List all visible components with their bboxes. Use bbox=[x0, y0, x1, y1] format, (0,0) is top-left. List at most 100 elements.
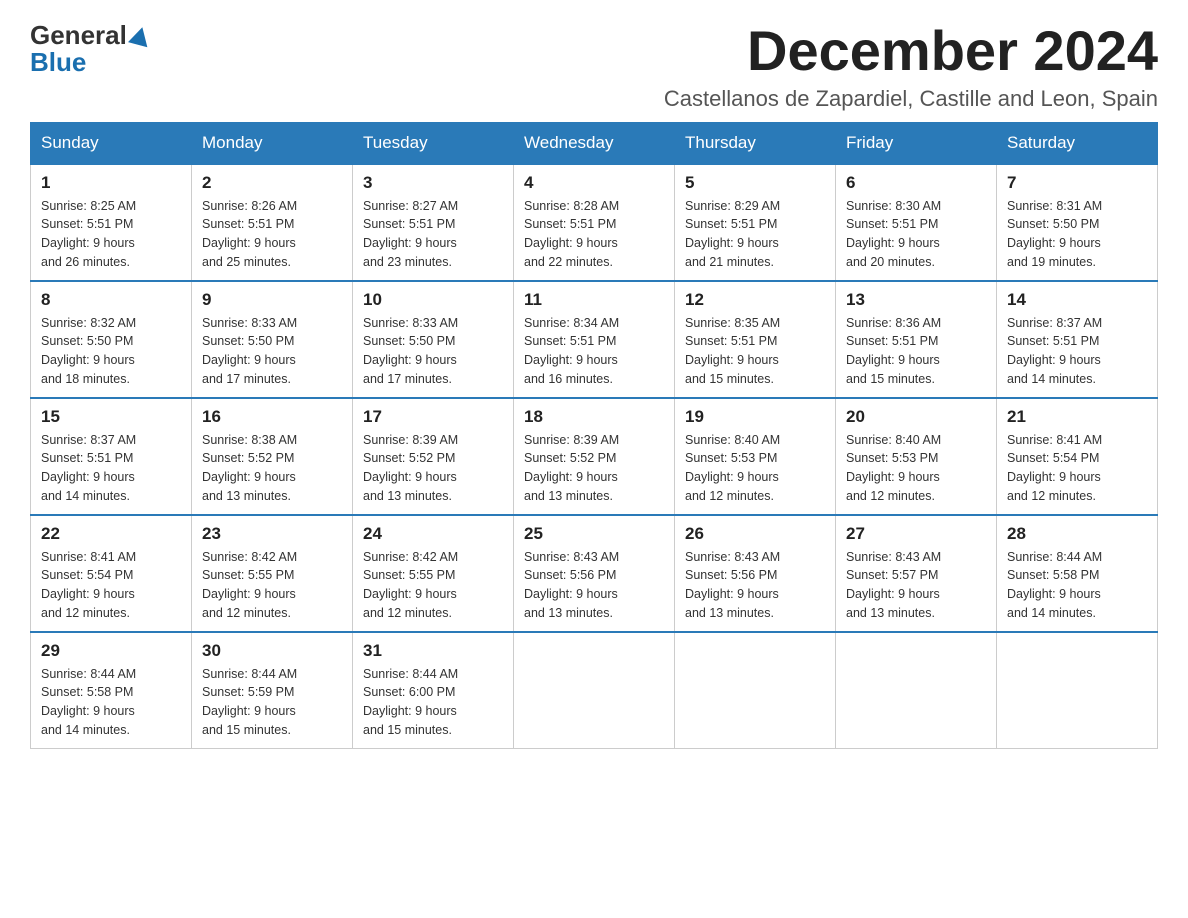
day-number: 1 bbox=[41, 173, 181, 193]
calendar-week-1: 1 Sunrise: 8:25 AMSunset: 5:51 PMDayligh… bbox=[31, 164, 1158, 281]
day-info: Sunrise: 8:40 AMSunset: 5:53 PMDaylight:… bbox=[685, 433, 780, 503]
calendar-cell: 17 Sunrise: 8:39 AMSunset: 5:52 PMDaylig… bbox=[353, 398, 514, 515]
day-info: Sunrise: 8:33 AMSunset: 5:50 PMDaylight:… bbox=[202, 316, 297, 386]
day-number: 23 bbox=[202, 524, 342, 544]
day-info: Sunrise: 8:33 AMSunset: 5:50 PMDaylight:… bbox=[363, 316, 458, 386]
day-number: 27 bbox=[846, 524, 986, 544]
calendar-week-4: 22 Sunrise: 8:41 AMSunset: 5:54 PMDaylig… bbox=[31, 515, 1158, 632]
calendar-cell: 3 Sunrise: 8:27 AMSunset: 5:51 PMDayligh… bbox=[353, 164, 514, 281]
calendar-cell: 5 Sunrise: 8:29 AMSunset: 5:51 PMDayligh… bbox=[675, 164, 836, 281]
day-info: Sunrise: 8:27 AMSunset: 5:51 PMDaylight:… bbox=[363, 199, 458, 269]
calendar-week-2: 8 Sunrise: 8:32 AMSunset: 5:50 PMDayligh… bbox=[31, 281, 1158, 398]
col-header-wednesday: Wednesday bbox=[514, 122, 675, 164]
day-info: Sunrise: 8:37 AMSunset: 5:51 PMDaylight:… bbox=[1007, 316, 1102, 386]
day-number: 30 bbox=[202, 641, 342, 661]
calendar-cell: 24 Sunrise: 8:42 AMSunset: 5:55 PMDaylig… bbox=[353, 515, 514, 632]
calendar-cell: 12 Sunrise: 8:35 AMSunset: 5:51 PMDaylig… bbox=[675, 281, 836, 398]
day-number: 5 bbox=[685, 173, 825, 193]
calendar-cell: 1 Sunrise: 8:25 AMSunset: 5:51 PMDayligh… bbox=[31, 164, 192, 281]
day-number: 11 bbox=[524, 290, 664, 310]
day-info: Sunrise: 8:42 AMSunset: 5:55 PMDaylight:… bbox=[202, 550, 297, 620]
calendar-cell: 8 Sunrise: 8:32 AMSunset: 5:50 PMDayligh… bbox=[31, 281, 192, 398]
calendar-cell: 29 Sunrise: 8:44 AMSunset: 5:58 PMDaylig… bbox=[31, 632, 192, 749]
day-number: 4 bbox=[524, 173, 664, 193]
day-info: Sunrise: 8:44 AMSunset: 5:58 PMDaylight:… bbox=[41, 667, 136, 737]
day-number: 20 bbox=[846, 407, 986, 427]
day-number: 29 bbox=[41, 641, 181, 661]
day-info: Sunrise: 8:43 AMSunset: 5:56 PMDaylight:… bbox=[685, 550, 780, 620]
calendar-cell: 18 Sunrise: 8:39 AMSunset: 5:52 PMDaylig… bbox=[514, 398, 675, 515]
day-info: Sunrise: 8:43 AMSunset: 5:57 PMDaylight:… bbox=[846, 550, 941, 620]
day-info: Sunrise: 8:43 AMSunset: 5:56 PMDaylight:… bbox=[524, 550, 619, 620]
calendar-cell: 25 Sunrise: 8:43 AMSunset: 5:56 PMDaylig… bbox=[514, 515, 675, 632]
day-number: 3 bbox=[363, 173, 503, 193]
day-info: Sunrise: 8:34 AMSunset: 5:51 PMDaylight:… bbox=[524, 316, 619, 386]
day-number: 7 bbox=[1007, 173, 1147, 193]
calendar-cell: 16 Sunrise: 8:38 AMSunset: 5:52 PMDaylig… bbox=[192, 398, 353, 515]
day-info: Sunrise: 8:42 AMSunset: 5:55 PMDaylight:… bbox=[363, 550, 458, 620]
calendar-cell: 9 Sunrise: 8:33 AMSunset: 5:50 PMDayligh… bbox=[192, 281, 353, 398]
calendar-cell bbox=[514, 632, 675, 749]
calendar-cell: 26 Sunrise: 8:43 AMSunset: 5:56 PMDaylig… bbox=[675, 515, 836, 632]
day-info: Sunrise: 8:26 AMSunset: 5:51 PMDaylight:… bbox=[202, 199, 297, 269]
calendar-cell: 30 Sunrise: 8:44 AMSunset: 5:59 PMDaylig… bbox=[192, 632, 353, 749]
location-title: Castellanos de Zapardiel, Castille and L… bbox=[664, 86, 1158, 112]
calendar-cell: 15 Sunrise: 8:37 AMSunset: 5:51 PMDaylig… bbox=[31, 398, 192, 515]
calendar-header-row: SundayMondayTuesdayWednesdayThursdayFrid… bbox=[31, 122, 1158, 164]
logo-triangle-icon bbox=[128, 24, 152, 47]
calendar-cell bbox=[675, 632, 836, 749]
col-header-monday: Monday bbox=[192, 122, 353, 164]
day-number: 28 bbox=[1007, 524, 1147, 544]
col-header-tuesday: Tuesday bbox=[353, 122, 514, 164]
page-header: General Blue December 2024 Castellanos d… bbox=[30, 20, 1158, 112]
day-info: Sunrise: 8:36 AMSunset: 5:51 PMDaylight:… bbox=[846, 316, 941, 386]
day-info: Sunrise: 8:25 AMSunset: 5:51 PMDaylight:… bbox=[41, 199, 136, 269]
day-info: Sunrise: 8:35 AMSunset: 5:51 PMDaylight:… bbox=[685, 316, 780, 386]
col-header-friday: Friday bbox=[836, 122, 997, 164]
day-number: 22 bbox=[41, 524, 181, 544]
calendar-table: SundayMondayTuesdayWednesdayThursdayFrid… bbox=[30, 122, 1158, 749]
col-header-thursday: Thursday bbox=[675, 122, 836, 164]
calendar-cell: 31 Sunrise: 8:44 AMSunset: 6:00 PMDaylig… bbox=[353, 632, 514, 749]
day-number: 10 bbox=[363, 290, 503, 310]
day-info: Sunrise: 8:38 AMSunset: 5:52 PMDaylight:… bbox=[202, 433, 297, 503]
calendar-week-3: 15 Sunrise: 8:37 AMSunset: 5:51 PMDaylig… bbox=[31, 398, 1158, 515]
logo: General Blue bbox=[30, 20, 150, 78]
calendar-cell: 11 Sunrise: 8:34 AMSunset: 5:51 PMDaylig… bbox=[514, 281, 675, 398]
col-header-sunday: Sunday bbox=[31, 122, 192, 164]
logo-blue-text: Blue bbox=[30, 47, 86, 78]
day-info: Sunrise: 8:41 AMSunset: 5:54 PMDaylight:… bbox=[1007, 433, 1102, 503]
day-number: 18 bbox=[524, 407, 664, 427]
calendar-cell: 7 Sunrise: 8:31 AMSunset: 5:50 PMDayligh… bbox=[997, 164, 1158, 281]
day-info: Sunrise: 8:44 AMSunset: 5:59 PMDaylight:… bbox=[202, 667, 297, 737]
day-number: 9 bbox=[202, 290, 342, 310]
day-number: 2 bbox=[202, 173, 342, 193]
day-number: 16 bbox=[202, 407, 342, 427]
day-info: Sunrise: 8:29 AMSunset: 5:51 PMDaylight:… bbox=[685, 199, 780, 269]
day-info: Sunrise: 8:32 AMSunset: 5:50 PMDaylight:… bbox=[41, 316, 136, 386]
calendar-cell: 27 Sunrise: 8:43 AMSunset: 5:57 PMDaylig… bbox=[836, 515, 997, 632]
day-number: 21 bbox=[1007, 407, 1147, 427]
day-number: 12 bbox=[685, 290, 825, 310]
day-number: 15 bbox=[41, 407, 181, 427]
calendar-cell: 10 Sunrise: 8:33 AMSunset: 5:50 PMDaylig… bbox=[353, 281, 514, 398]
calendar-cell: 22 Sunrise: 8:41 AMSunset: 5:54 PMDaylig… bbox=[31, 515, 192, 632]
day-number: 6 bbox=[846, 173, 986, 193]
day-number: 8 bbox=[41, 290, 181, 310]
day-info: Sunrise: 8:37 AMSunset: 5:51 PMDaylight:… bbox=[41, 433, 136, 503]
calendar-cell: 20 Sunrise: 8:40 AMSunset: 5:53 PMDaylig… bbox=[836, 398, 997, 515]
day-info: Sunrise: 8:39 AMSunset: 5:52 PMDaylight:… bbox=[363, 433, 458, 503]
calendar-cell: 23 Sunrise: 8:42 AMSunset: 5:55 PMDaylig… bbox=[192, 515, 353, 632]
calendar-cell bbox=[836, 632, 997, 749]
calendar-week-5: 29 Sunrise: 8:44 AMSunset: 5:58 PMDaylig… bbox=[31, 632, 1158, 749]
day-info: Sunrise: 8:40 AMSunset: 5:53 PMDaylight:… bbox=[846, 433, 941, 503]
day-number: 26 bbox=[685, 524, 825, 544]
day-info: Sunrise: 8:31 AMSunset: 5:50 PMDaylight:… bbox=[1007, 199, 1102, 269]
month-title: December 2024 bbox=[664, 20, 1158, 82]
day-number: 14 bbox=[1007, 290, 1147, 310]
day-info: Sunrise: 8:39 AMSunset: 5:52 PMDaylight:… bbox=[524, 433, 619, 503]
calendar-cell bbox=[997, 632, 1158, 749]
title-area: December 2024 Castellanos de Zapardiel, … bbox=[664, 20, 1158, 112]
calendar-cell: 28 Sunrise: 8:44 AMSunset: 5:58 PMDaylig… bbox=[997, 515, 1158, 632]
calendar-cell: 6 Sunrise: 8:30 AMSunset: 5:51 PMDayligh… bbox=[836, 164, 997, 281]
